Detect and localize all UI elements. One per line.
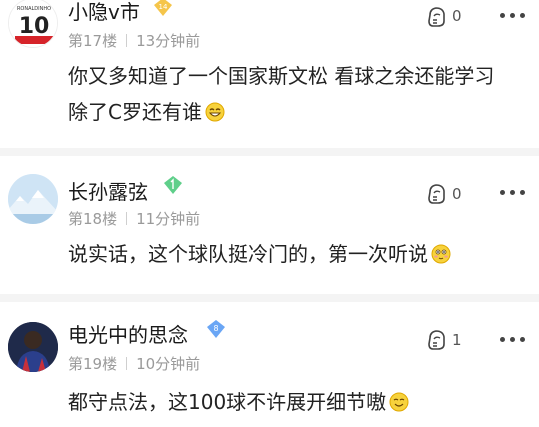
meta-divider [126,212,128,225]
comment-meta: 第19楼 10分钟前 [68,353,200,374]
comment-body: 都守点法，这100球不许展开细节嗷 [68,390,387,414]
floor-label: 第17楼 [68,32,118,50]
comment-18: 长孙露弦 第18楼 11分钟前 0 说实话，这个球队挺冷门的，第一次听说 [0,156,539,294]
like-count: 0 [452,7,462,25]
level-badge-icon: 8 [207,320,225,338]
comment-17: RONALDINHO 10 小隐v市 14 第17楼 13分钟前 0 你又多知道了… [0,0,539,148]
avatar-person-image [8,322,58,372]
username[interactable]: 电光中的思念 [68,319,188,348]
like-count: 0 [452,185,462,203]
comment-19: 电光中的思念 8 第19楼 10分钟前 1 都守点法，这100球不许展开细节嗷 [0,302,539,427]
avatar-number: 10 [19,14,50,39]
comment-separator [0,294,539,302]
time-label: 11分钟前 [136,210,201,228]
level-badge-icon: 14 [154,0,172,16]
avatar-mountain-image [8,174,58,224]
comment-text: 都守点法，这100球不许展开细节嗷 [68,384,498,420]
time-label: 13分钟前 [136,32,201,50]
username[interactable]: 长孙露弦 [68,176,148,205]
like-count: 1 [452,331,462,349]
avatar[interactable] [8,322,58,372]
username[interactable]: 小隐v市 [68,0,140,25]
more-dots-icon[interactable] [500,190,526,198]
avatar-caption: RONALDINHO [17,6,51,12]
avatar[interactable]: RONALDINHO 10 [8,0,58,48]
level-number: 14 [159,3,168,11]
smile-emoji-icon [205,102,225,122]
comment-meta: 第18楼 11分钟前 [68,208,200,229]
like-hand-icon[interactable] [424,327,450,353]
meta-divider [126,357,128,370]
grin-emoji-icon [389,392,409,412]
time-label: 10分钟前 [136,355,201,373]
comment-body: 你又多知道了一个国家斯文松 看球之余还能学习除了C罗还有谁 [68,64,495,124]
like-hand-icon[interactable] [424,4,450,30]
comment-meta: 第17楼 13分钟前 [68,30,200,51]
avatar-ronaldinho-image: RONALDINHO 10 [9,0,57,47]
meta-divider [126,34,128,47]
comment-text: 说实话，这个球队挺冷门的，第一次听说 [68,236,498,272]
like-hand-icon[interactable] [424,181,450,207]
avatar[interactable] [8,174,58,224]
comment-separator [0,148,539,156]
floor-label: 第18楼 [68,210,118,228]
floor-label: 第19楼 [68,355,118,373]
comment-body: 说实话，这个球队挺冷门的，第一次听说 [68,242,428,266]
comment-text: 你又多知道了一个国家斯文松 看球之余还能学习除了C罗还有谁 [68,58,498,130]
more-dots-icon[interactable] [500,337,526,345]
more-dots-icon[interactable] [500,13,526,21]
level-badge-icon [164,176,182,194]
shy-emoji-icon [431,244,451,264]
level-number: 8 [213,324,218,333]
